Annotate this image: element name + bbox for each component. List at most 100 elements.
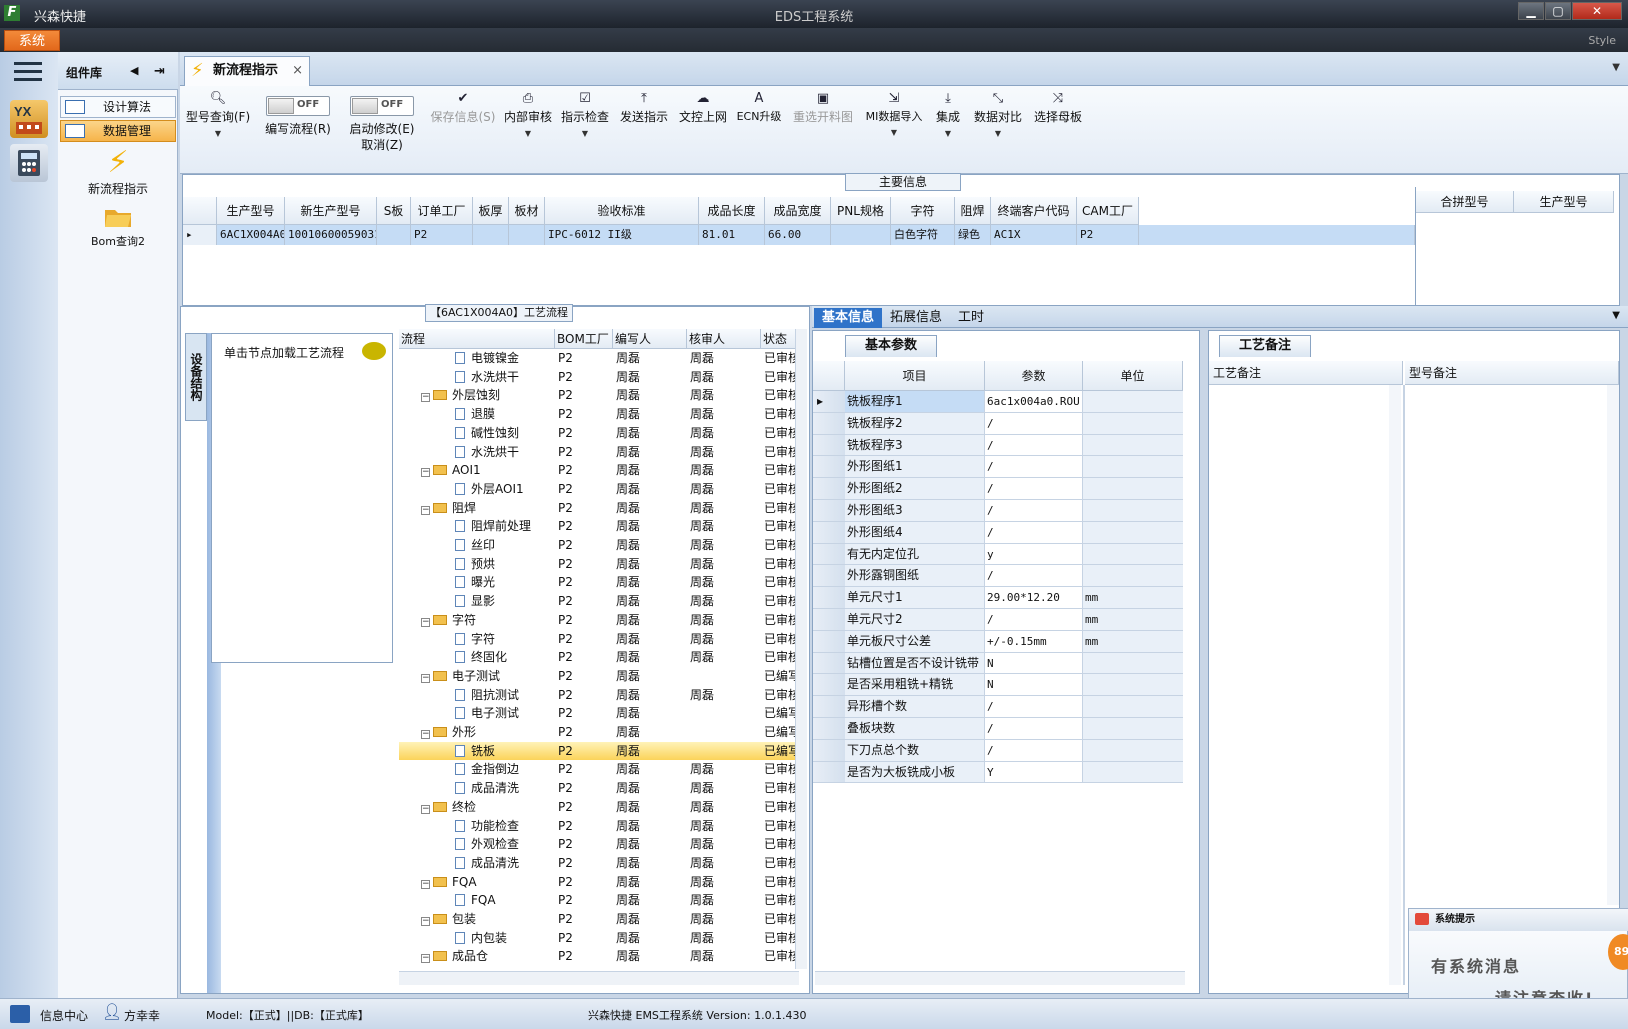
collapse-left-icon[interactable]: ◀ bbox=[130, 64, 138, 77]
param-row-selector[interactable] bbox=[813, 674, 845, 697]
param-row[interactable]: 异形槽个数 / bbox=[813, 696, 1185, 718]
select-mother-board-button[interactable]: ⤨ 选择母板 bbox=[1030, 90, 1086, 125]
model-query-button[interactable]: 🔍︎ 型号查询(F) ▼ bbox=[182, 90, 254, 138]
param-row-selector[interactable] bbox=[813, 500, 845, 522]
expand-toggle-icon[interactable]: − bbox=[421, 954, 430, 964]
param-row-selector[interactable] bbox=[813, 543, 845, 566]
flow-tree-row[interactable]: 功能检查 P2 周磊 周磊 已审核 bbox=[399, 817, 800, 836]
main-info-cell[interactable]: 绿色 bbox=[955, 225, 991, 245]
main-info-header[interactable]: 阻焊 bbox=[955, 197, 991, 225]
param-row-selector[interactable] bbox=[813, 609, 845, 631]
param-row[interactable]: 叠板块数 / bbox=[813, 718, 1185, 740]
flow-tree-row[interactable]: − 阻焊 P2 周磊 周磊 已审核 bbox=[399, 499, 800, 518]
close-button[interactable]: ✕ bbox=[1572, 2, 1622, 20]
main-info-cell[interactable] bbox=[473, 225, 509, 245]
param-row-selector[interactable] bbox=[813, 456, 845, 479]
enable-edit-toggle[interactable]: OFF bbox=[350, 96, 414, 116]
flow-tree-row[interactable]: 电子测试 P2 周磊 已编写 bbox=[399, 704, 800, 723]
main-info-cell[interactable]: P2 bbox=[1077, 225, 1139, 245]
param-row[interactable]: 铣板程序2/ bbox=[813, 412, 1185, 435]
params-horizontal-scrollbar[interactable] bbox=[815, 971, 1185, 985]
integrate-button[interactable]: ⤓ 集成 ▼ bbox=[930, 90, 966, 138]
model-notes-scrollbar[interactable] bbox=[1607, 385, 1619, 905]
param-cell-param[interactable]: / bbox=[985, 500, 1083, 522]
row-selector-icon[interactable]: ▸ bbox=[183, 225, 217, 245]
data-compare-button[interactable]: ⤡ 数据对比 ▼ bbox=[970, 90, 1026, 138]
calculator-icon[interactable] bbox=[10, 144, 48, 182]
flow-tree-row[interactable]: 阻抗测试 P2 周磊 周磊 已审核 bbox=[399, 686, 800, 705]
flow-vertical-scrollbar[interactable] bbox=[795, 329, 807, 969]
cancel-edit-label[interactable]: 取消(Z) bbox=[340, 136, 424, 153]
expand-toggle-icon[interactable]: − bbox=[421, 505, 430, 515]
param-row-selector[interactable]: ▸ bbox=[813, 391, 845, 413]
param-row[interactable]: 单元尺寸1 29.00*12.20 mm bbox=[813, 587, 1185, 609]
right-tab-dropdown-icon[interactable]: ▼ bbox=[1612, 310, 1620, 321]
new-flow-instruction-button[interactable]: ⚡ 新流程指示 bbox=[58, 146, 178, 197]
tab-extended-info[interactable]: 拓展信息 bbox=[882, 308, 950, 328]
flow-header[interactable]: 流程 bbox=[399, 329, 555, 349]
param-row[interactable]: 外形图纸3/ bbox=[813, 500, 1185, 522]
main-info-cell[interactable]: 66.00 bbox=[765, 225, 831, 245]
param-row-selector[interactable] bbox=[813, 434, 845, 457]
tab-new-flow-instruction[interactable]: ⚡ 新流程指示 × bbox=[184, 56, 310, 86]
main-info-cell[interactable]: 10010600059031 bbox=[285, 225, 377, 245]
save-info-button[interactable]: ✔ 保存信息(S) bbox=[428, 90, 498, 125]
param-cell-param[interactable]: +/-0.15mm bbox=[985, 630, 1083, 653]
param-row[interactable]: 外形图纸4/ bbox=[813, 521, 1185, 544]
main-info-cell[interactable]: AC1X bbox=[991, 225, 1077, 245]
main-info-cell[interactable] bbox=[831, 225, 891, 245]
param-row[interactable]: 下刀点总个数 / bbox=[813, 739, 1185, 762]
main-info-cell[interactable]: 6AC1X004A0 bbox=[217, 225, 285, 245]
param-cell-param[interactable]: / bbox=[985, 696, 1083, 718]
expand-toggle-icon[interactable]: − bbox=[421, 617, 430, 627]
flow-tree-row[interactable]: − 电子测试 P2 周磊 已编写 bbox=[399, 667, 800, 686]
param-cell-param[interactable]: N bbox=[985, 652, 1083, 675]
flow-tree-row[interactable]: 成品清洗 P2 周磊 周磊 已审核 bbox=[399, 779, 800, 798]
main-info-header[interactable]: 终端客户代码 bbox=[991, 197, 1077, 225]
param-row[interactable]: 是否采用粗铣+精铣 N bbox=[813, 674, 1185, 697]
process-notes-scrollbar[interactable] bbox=[1389, 385, 1401, 985]
param-row-selector[interactable] bbox=[813, 565, 845, 588]
info-center-link[interactable]: 信息中心 bbox=[40, 1007, 88, 1024]
flow-tree-row[interactable]: 阻焊前处理 P2 周磊 周磊 已审核 bbox=[399, 517, 800, 536]
flow-tree-row[interactable]: 内包装 P2 周磊 周磊 已审核 bbox=[399, 929, 800, 948]
main-info-header[interactable]: 板厚 bbox=[473, 197, 509, 225]
param-row[interactable]: 外形图纸2/ bbox=[813, 478, 1185, 500]
main-info-header[interactable]: PNL规格 bbox=[831, 197, 891, 225]
internal-review-button[interactable]: ⎙ 内部审核 ▼ bbox=[502, 90, 554, 138]
flow-tree-row[interactable]: − 成品仓 P2 周磊 周磊 已审核 bbox=[399, 947, 800, 966]
maximize-button[interactable]: ▢ bbox=[1545, 2, 1571, 20]
main-info-cell[interactable] bbox=[509, 225, 545, 245]
flow-tree-row[interactable]: 曝光 P2 周磊 周磊 已审核 bbox=[399, 573, 800, 592]
main-info-header[interactable]: 字符 bbox=[891, 197, 955, 225]
param-row-selector[interactable] bbox=[813, 696, 845, 718]
flow-tree-row[interactable]: 外层AOI1 P2 周磊 周磊 已审核 bbox=[399, 480, 800, 499]
param-cell-param[interactable]: / bbox=[985, 456, 1083, 479]
grid-apps-icon[interactable] bbox=[10, 1005, 30, 1023]
param-cell-param[interactable]: y bbox=[985, 543, 1083, 566]
param-row[interactable]: 单元尺寸2/mm bbox=[813, 609, 1185, 631]
main-info-cell[interactable]: 81.01 bbox=[699, 225, 765, 245]
flow-tree-row[interactable]: 水洗烘干 P2 周磊 周磊 已审核 bbox=[399, 443, 800, 462]
flow-tree-row[interactable]: 碱性蚀刻 P2 周磊 周磊 已审核 bbox=[399, 424, 800, 443]
mi-data-import-button[interactable]: ⇲ MI数据导入 ▼ bbox=[862, 90, 926, 137]
flow-tree-row[interactable]: 成品清洗 P2 周磊 周磊 已审核 bbox=[399, 854, 800, 873]
flow-horizontal-scrollbar[interactable] bbox=[399, 971, 799, 985]
param-row-selector[interactable] bbox=[813, 630, 845, 653]
flow-tree-row[interactable]: − 字符 P2 周磊 周磊 已审核 bbox=[399, 611, 800, 630]
write-flow-toggle[interactable]: OFF bbox=[266, 96, 330, 116]
hamburger-menu-icon[interactable] bbox=[14, 62, 42, 84]
param-cell-param[interactable]: 6ac1x004a0.ROU bbox=[985, 391, 1083, 413]
param-row[interactable]: 有无内定位孔 y bbox=[813, 543, 1185, 566]
flow-tree-row[interactable]: 电镀镍金 P2 周磊 周磊 已审核 bbox=[399, 349, 800, 368]
tab-basic-info[interactable]: 基本信息 bbox=[814, 308, 883, 328]
component-item-design-algorithm[interactable]: 设计算法 bbox=[60, 96, 176, 118]
flow-tree-row[interactable]: 显影 P2 周磊 周磊 已审核 bbox=[399, 592, 800, 611]
main-info-header[interactable]: 订单工厂 bbox=[411, 197, 473, 225]
reselect-cutting-button[interactable]: ▣ 重选开料图 bbox=[788, 90, 858, 125]
ecn-upgrade-button[interactable]: A ECN升级 bbox=[734, 90, 784, 124]
flow-header[interactable]: BOM工厂 bbox=[555, 329, 613, 349]
factory-icon[interactable]: YX bbox=[10, 100, 48, 138]
flow-tree-row[interactable]: 外观检查 P2 周磊 周磊 已审核 bbox=[399, 835, 800, 854]
param-row[interactable]: 钻槽位置是否不设计铣带 N bbox=[813, 652, 1185, 675]
